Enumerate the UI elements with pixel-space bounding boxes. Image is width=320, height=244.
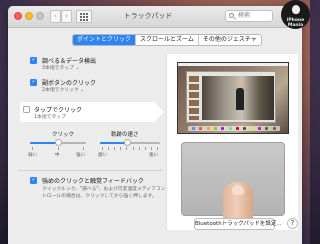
click-tick-medium: 中 — [55, 153, 60, 158]
checkbox-secondary-click[interactable]: ✓ — [30, 79, 37, 86]
tab-more-gestures[interactable]: その他のジェスチャ — [199, 35, 261, 45]
click-slider-ticks — [32, 147, 84, 150]
speed-slider-ticks — [102, 147, 158, 150]
search-placeholder: 検索 — [238, 12, 251, 19]
preview-photo — [202, 76, 274, 120]
window-title: トラックパッド — [123, 12, 173, 20]
speed-slider-knob[interactable] — [123, 139, 131, 146]
show-all-grid-icon[interactable] — [76, 10, 92, 23]
badge-text: iPhone Mania — [286, 18, 305, 28]
minimize-button[interactable] — [25, 12, 33, 20]
gesture-preview — [166, 54, 298, 230]
click-tick-weak: 弱い — [28, 153, 37, 158]
setup-bluetooth-trackpad-button[interactable]: Bluetoothトラックパッドを設定... — [194, 218, 282, 230]
speed-tick-fast: 速い — [149, 153, 158, 158]
option-tap-to-click[interactable]: タップでクリック 1本指でタップ — [20, 102, 164, 122]
checkbox-lookup[interactable]: ✓ — [30, 57, 37, 64]
option-sub-label: 1本指でタップ — [34, 115, 66, 120]
option-gesture-popup[interactable]: 3本指でタップ ⌄ — [42, 64, 79, 71]
section-divider — [18, 170, 163, 171]
apple-logo-icon — [292, 5, 300, 14]
system-preferences-window: ‹ › トラックパッド 検索 ポイントとクリック スクロールとズーム その他のジ… — [8, 6, 302, 244]
tab-point-and-click[interactable]: ポイントとクリック — [73, 35, 137, 45]
option-description-line2: トロールの場合は、クリックしてから強く押します。 — [42, 194, 157, 199]
preview-screen — [177, 62, 289, 134]
option-description-line1: クイックルック、"調べる"、および可変速度メディアコン — [42, 187, 166, 192]
preview-person — [236, 82, 244, 110]
search-input[interactable]: 検索 — [225, 10, 273, 22]
checkbox-tap-to-click[interactable] — [23, 106, 30, 113]
forward-button[interactable]: › — [61, 10, 72, 23]
tracking-speed-slider[interactable] — [100, 139, 160, 146]
tab-scroll-and-zoom[interactable]: スクロールとズーム — [136, 35, 199, 45]
speed-slider-fill — [100, 142, 127, 144]
close-button[interactable] — [14, 12, 22, 20]
title-bar: ‹ › トラックパッド 検索 — [8, 6, 302, 28]
preview-photos-window — [186, 71, 276, 123]
speed-tick-slow: 遅い — [98, 153, 107, 158]
search-icon — [229, 13, 234, 18]
option-label: 強めのクリックと触覚フィードバック — [42, 178, 144, 185]
back-button[interactable]: ‹ — [50, 10, 61, 23]
click-slider-fill — [30, 142, 58, 144]
click-slider-knob[interactable] — [54, 139, 62, 146]
checkbox-force-click[interactable]: ✓ — [30, 177, 37, 184]
click-tick-strong: 強い — [76, 153, 85, 158]
click-slider-label: クリック — [52, 132, 75, 138]
fullscreen-button[interactable] — [36, 12, 44, 20]
tab-bar: ポイントとクリック スクロールとズーム その他のジェスチャ — [72, 34, 262, 46]
click-slider[interactable] — [30, 139, 86, 146]
preview-dock — [188, 126, 280, 131]
preview-thumbnails — [189, 76, 199, 120]
preview-menubar — [178, 63, 288, 66]
help-icon[interactable]: ? — [287, 218, 298, 229]
option-gesture-popup[interactable]: 2本指でクリック ⌄ — [42, 86, 84, 93]
speed-slider-label: 軌跡の速さ — [111, 132, 139, 138]
